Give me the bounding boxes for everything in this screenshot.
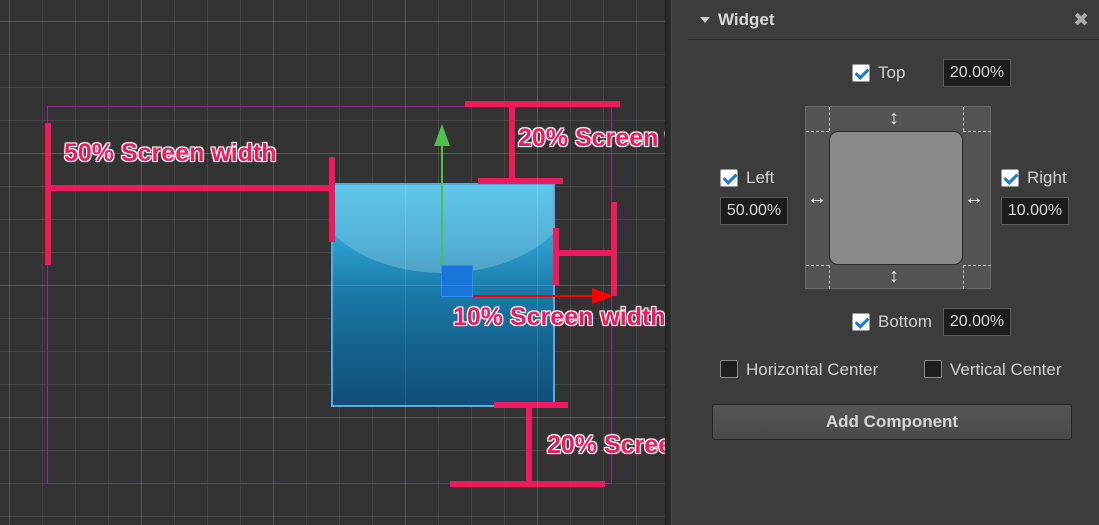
- right-checkbox[interactable]: [1001, 169, 1019, 187]
- left-value-field[interactable]: [720, 197, 788, 225]
- top-label: Top: [878, 63, 906, 82]
- left-checkbox[interactable]: [720, 169, 738, 187]
- guide-dash: [806, 265, 829, 266]
- guide-dash: [806, 131, 829, 132]
- vertical-resize-icon: ↕: [889, 265, 899, 287]
- vertical-center-label: Vertical Center: [950, 360, 1062, 379]
- triangle-down-icon[interactable]: [700, 17, 710, 23]
- gizmo-x-arrow-icon[interactable]: [592, 288, 614, 304]
- right-label: Right: [1027, 168, 1067, 187]
- anchor-point-handle[interactable]: [441, 265, 473, 297]
- guide-dash: [829, 107, 830, 131]
- right-margin-annotation: 10% Screen width: [453, 303, 665, 331]
- horizontal-resize-icon: ↔: [807, 187, 827, 209]
- close-icon[interactable]: ✖: [1073, 9, 1089, 32]
- guide-dash: [963, 131, 991, 132]
- bottom-label: Bottom: [878, 312, 932, 331]
- alignment-diagram: ↕ ↕ ↔ ↔: [805, 106, 991, 289]
- vertical-resize-icon: ↕: [889, 107, 899, 129]
- scene-view[interactable]: 50% Screen width 20% Screen width 10% Sc…: [0, 0, 665, 525]
- guide-dash: [829, 265, 830, 289]
- right-value-field[interactable]: [1001, 197, 1069, 225]
- add-component-button[interactable]: Add Component: [712, 404, 1072, 440]
- top-checkbox[interactable]: [852, 64, 870, 82]
- widget-component-panel: Widget ✖ Top Left Right ↕ ↕ ↔ ↔ Bottom H…: [672, 0, 1099, 525]
- guide-dash: [963, 265, 964, 289]
- guide-dash: [963, 107, 964, 131]
- component-title: Widget: [718, 10, 775, 29]
- bottom-margin-annotation: 20% Screen width: [547, 431, 665, 459]
- component-header[interactable]: Widget ✖: [688, 0, 1099, 40]
- guide-dash: [963, 265, 991, 266]
- left-margin-annotation: 50% Screen width: [64, 139, 277, 167]
- left-label: Left: [746, 168, 775, 187]
- vertical-center-checkbox[interactable]: [924, 360, 942, 378]
- top-margin-annotation: 20% Screen width: [518, 124, 665, 152]
- widget-preview-rect: [829, 131, 963, 265]
- bottom-value-field[interactable]: [943, 308, 1011, 336]
- gizmo-y-arrow-icon[interactable]: [434, 124, 450, 146]
- horizontal-center-checkbox[interactable]: [720, 360, 738, 378]
- panel-splitter[interactable]: [665, 0, 672, 525]
- horizontal-center-label: Horizontal Center: [746, 360, 879, 379]
- top-value-field[interactable]: [943, 59, 1011, 87]
- bottom-checkbox[interactable]: [852, 313, 870, 331]
- horizontal-resize-icon: ↔: [964, 187, 984, 209]
